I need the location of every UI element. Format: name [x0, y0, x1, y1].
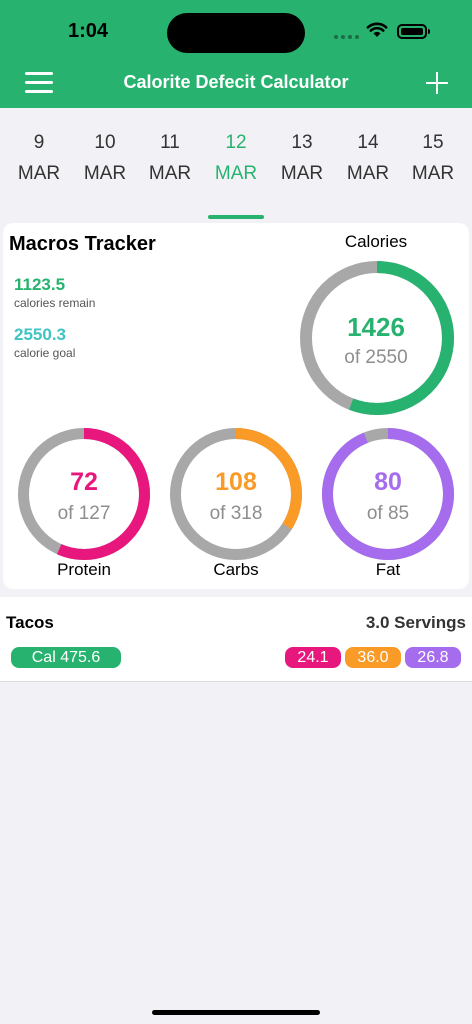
date-day: 10: [94, 132, 116, 153]
date-item[interactable]: 9 MAR: [9, 132, 69, 185]
date-day: 11: [160, 132, 180, 153]
date-day: 12: [225, 132, 247, 153]
navigation-bar: Calorite Defecit Calculator: [0, 62, 472, 108]
fat-goal: of 85: [366, 503, 410, 524]
tracker-title: Macros Tracker: [9, 233, 156, 255]
carbs-label: Carbs: [213, 560, 259, 579]
macros-tracker-card: Macros Tracker 1123.5 calories remain 25…: [3, 223, 469, 589]
calorie-goal-label: calorie goal: [14, 346, 76, 360]
wifi-icon: [366, 22, 388, 37]
calories-remaining-value: 1123.5: [14, 275, 66, 294]
date-day: 9: [33, 132, 45, 153]
dynamic-island: [167, 13, 305, 53]
fat-label: Fat: [375, 560, 401, 579]
calorie-goal-value: 2550.3: [14, 325, 66, 344]
protein-badge: 24.1: [285, 647, 341, 668]
date-item[interactable]: 14 MAR: [338, 132, 398, 185]
food-entry-row[interactable]: Tacos 3.0 Servings Cal 475.6 24.1 36.0 2…: [0, 597, 472, 682]
date-item[interactable]: 15 MAR: [403, 132, 463, 185]
fat-value: 80: [374, 468, 402, 496]
carbs-badge: 36.0: [345, 647, 401, 668]
carbs-goal: of 318: [209, 503, 263, 524]
fat-badge: 26.8: [405, 647, 461, 668]
date-month: MAR: [148, 163, 192, 184]
date-item[interactable]: 13 MAR: [272, 132, 332, 185]
home-indicator: [152, 1010, 320, 1015]
date-selector: 9 MAR 10 MAR 11 MAR 12 MAR 13 MAR 14 MAR…: [0, 108, 472, 219]
protein-label: Protein: [57, 560, 111, 579]
date-month: MAR: [214, 163, 258, 184]
date-day: 13: [291, 132, 313, 153]
date-month: MAR: [411, 163, 455, 184]
calories-value: 1426: [347, 312, 405, 342]
calories-ring-label: Calories: [344, 232, 408, 251]
date-month: MAR: [280, 163, 324, 184]
status-bar: 1:04: [0, 0, 472, 62]
carbs-value: 108: [215, 468, 257, 496]
battery-icon: [397, 24, 430, 39]
date-day: 14: [357, 132, 379, 153]
page-title: Calorite Defecit Calculator: [123, 72, 349, 92]
cellular-signal-icon: [334, 35, 359, 39]
food-name: Tacos: [6, 613, 54, 632]
add-icon[interactable]: [426, 72, 448, 94]
status-time: 1:04: [68, 20, 109, 42]
date-item[interactable]: 10 MAR: [75, 132, 135, 185]
protein-goal: of 127: [57, 503, 111, 524]
date-item[interactable]: 11 MAR: [140, 132, 200, 185]
calorie-goal: 2550.3 calorie goal: [14, 325, 75, 360]
calories-remaining-label: calories remain: [14, 296, 96, 310]
selected-date-underline: [208, 215, 264, 219]
protein-value: 72: [70, 468, 98, 496]
calorie-badge: Cal 475.6: [11, 647, 121, 668]
date-month: MAR: [83, 163, 127, 184]
date-month: MAR: [17, 163, 61, 184]
date-item-selected[interactable]: 12 MAR: [206, 132, 266, 219]
date-day: 15: [422, 132, 444, 153]
date-month: MAR: [346, 163, 390, 184]
calories-goal: of 2550: [344, 347, 408, 368]
food-servings: 3.0 Servings: [365, 613, 466, 632]
calories-remaining: 1123.5 calories remain: [14, 275, 95, 310]
